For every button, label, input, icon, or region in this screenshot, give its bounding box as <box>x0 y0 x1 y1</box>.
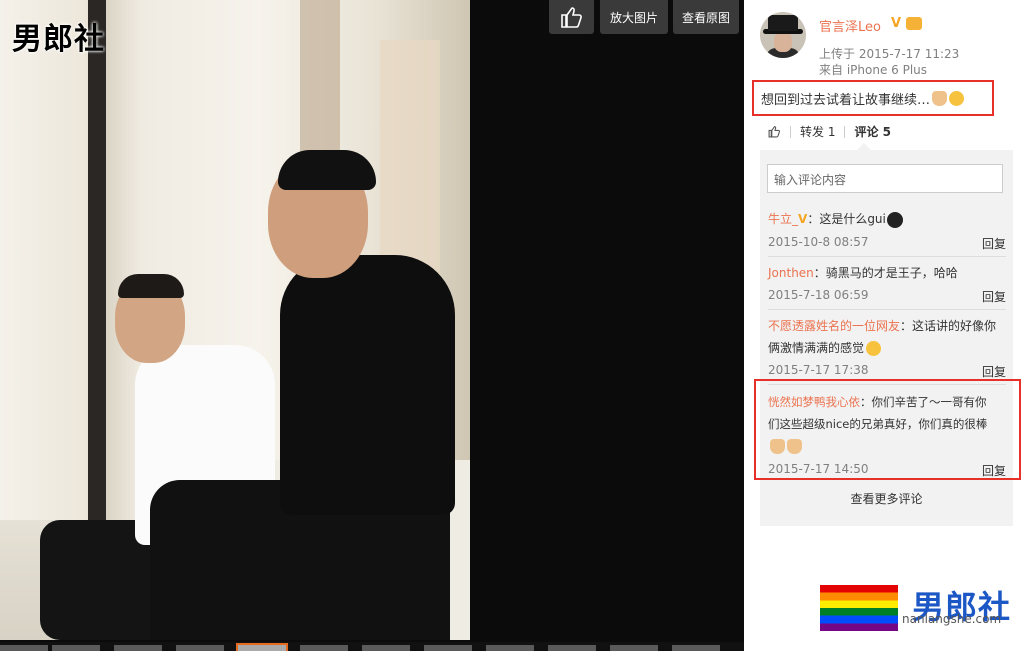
thumbnail-strip <box>0 642 744 651</box>
thumbnail[interactable] <box>548 645 596 651</box>
tongue-emoji-icon <box>949 90 965 106</box>
thumbnail[interactable] <box>176 645 224 651</box>
thumbnail[interactable] <box>52 645 100 651</box>
rainbow-flag-logo <box>820 585 898 631</box>
post-text-highlight: 想回到过去试着让故事继续… <box>752 80 994 116</box>
comment-time: 2015-7-18 06:59 <box>768 288 869 302</box>
dark-emoji-icon <box>886 211 903 228</box>
like-photo-button[interactable] <box>549 0 594 34</box>
view-original-button[interactable]: 查看原图 <box>673 0 739 34</box>
thumbnail[interactable] <box>362 645 410 651</box>
thumbnail[interactable] <box>672 645 720 651</box>
comment-meta: 2015-10-8 08:57 回复 <box>768 235 1006 252</box>
post-username[interactable]: 官言泽Leo <box>819 16 881 35</box>
thumbs-up-emoji-icon <box>932 90 948 106</box>
post-actions: 转发 1 评论 5 <box>768 123 891 140</box>
comment-meta: 2015-7-17 17:38 回复 <box>768 363 1006 380</box>
comment-highlight-box <box>754 379 1021 480</box>
comment-time: 2015-10-8 08:57 <box>768 235 869 249</box>
comment-text: ：骑黑马的才是王子，哈哈 <box>813 266 958 280</box>
commenter-name[interactable]: 牛立_ <box>768 212 798 226</box>
post-device: 来自 iPhone 6 Plus <box>819 63 928 77</box>
comment-meta: 2015-7-18 06:59 回复 <box>768 288 1006 305</box>
thumbnail-active[interactable] <box>236 643 288 651</box>
main-photo[interactable]: 男郎社 <box>0 0 470 640</box>
thumbnail[interactable] <box>610 645 658 651</box>
photo-watermark: 男郎社 <box>12 22 105 57</box>
smile-emoji-icon <box>866 341 882 356</box>
reply-link[interactable]: 回复 <box>982 235 1006 252</box>
comment-link[interactable]: 评论 5 <box>854 123 891 140</box>
reply-link[interactable]: 回复 <box>982 363 1006 380</box>
like-icon[interactable] <box>768 125 781 138</box>
thumbnail[interactable] <box>114 645 162 651</box>
comment-time: 2015-7-17 17:38 <box>768 363 869 377</box>
upload-time: 上传于 2015-7-17 11:23 <box>819 47 960 61</box>
thumbnail[interactable] <box>424 645 472 651</box>
verified-badge: V <box>798 212 808 226</box>
commenter-name[interactable]: 不愿透露姓名的一位网友 <box>768 319 900 333</box>
level-badge-icon <box>906 17 922 30</box>
photo-viewer: 男郎社 放大图片 查看原图 <box>0 0 744 651</box>
logo-url: nanlangshe.com <box>902 612 1002 626</box>
comment-text-line2: 俩激情满满的感觉 <box>768 341 865 355</box>
post-panel: 官言泽Leo V 上传于 2015-7-17 11:23 来自 iPhone 6… <box>744 0 1024 651</box>
comment-text: ：这是什么gui <box>807 212 886 226</box>
zoom-image-button[interactable]: 放大图片 <box>600 0 668 34</box>
comment-item: 牛立_V：这是什么gui <box>768 208 1008 230</box>
comment-item: 不愿透露姓名的一位网友：这话讲的好像你 俩激情满满的感觉 <box>768 315 1008 359</box>
comment-item: Jonthen：骑黑马的才是王子，哈哈 <box>768 262 1008 284</box>
thumbnail[interactable] <box>486 645 534 651</box>
post-text: 想回到过去试着让故事继续… <box>761 92 931 108</box>
more-comments-link[interactable]: 查看更多评论 <box>760 490 1013 507</box>
comment-text: ：这话讲的好像你 <box>900 319 997 333</box>
thumbnail[interactable] <box>0 645 48 651</box>
commenter-name[interactable]: Jonthen <box>768 266 814 280</box>
comment-input[interactable]: 输入评论内容 <box>767 164 1003 193</box>
thumbs-up-icon <box>560 7 582 28</box>
verified-badge: V <box>891 16 902 31</box>
avatar[interactable] <box>760 12 806 58</box>
repost-link[interactable]: 转发 1 <box>800 123 835 140</box>
reply-link[interactable]: 回复 <box>982 288 1006 305</box>
thumbnail[interactable] <box>300 645 348 651</box>
